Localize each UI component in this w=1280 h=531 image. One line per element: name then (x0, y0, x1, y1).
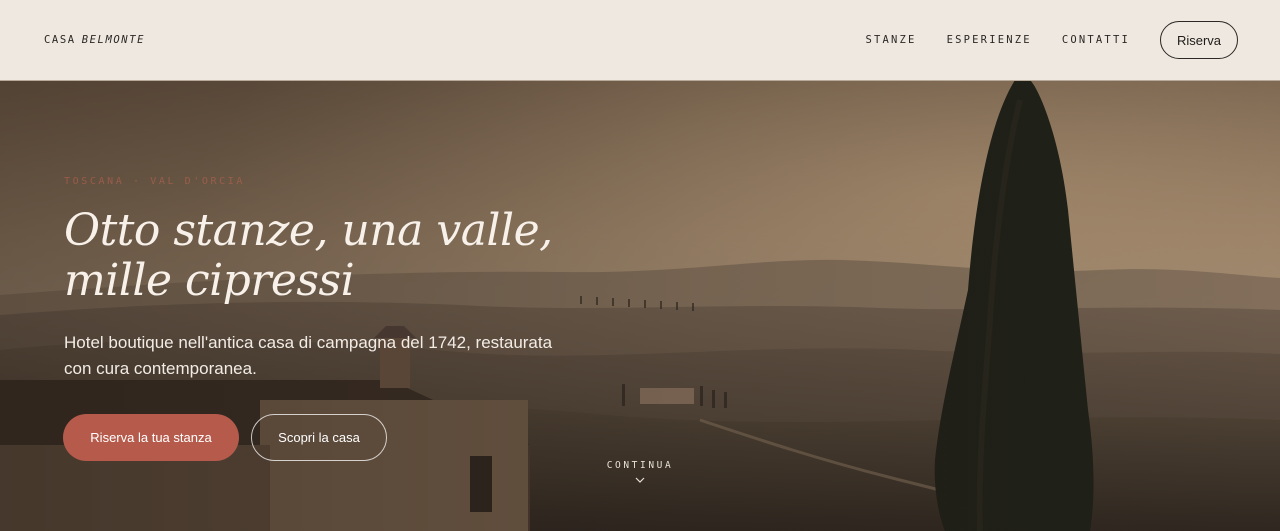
hero-title: Otto stanze, una valle, mille cipressi (64, 206, 624, 306)
book-room-button[interactable]: Riserva la tua stanza (63, 414, 239, 461)
hero-subtitle: Hotel boutique nell'antica casa di campa… (64, 333, 553, 378)
chevron-down-icon (635, 477, 645, 483)
nav-item-contatti[interactable]: CONTATTI (1062, 34, 1130, 46)
hero-eyebrow: TOSCANA · VAL D'ORCIA (64, 176, 246, 187)
reserve-button[interactable]: Riserva (1160, 21, 1238, 59)
discover-house-button[interactable]: Scopri la casa (251, 414, 387, 461)
scroll-continue-label: CONTINUA (606, 460, 674, 471)
brand-name-emphasis: BELMONTE (81, 34, 146, 46)
nav-item-esperienze[interactable]: ESPERIENZE (947, 34, 1032, 46)
hero-title-line-1: Otto stanze, una valle, (64, 205, 553, 256)
hero-title-line-2: mille cipressi (64, 255, 355, 306)
scroll-continue[interactable]: CONTINUA (590, 460, 690, 483)
brand-logo[interactable]: CASA BELMONTE (44, 34, 145, 46)
hero-section: TOSCANA · VAL D'ORCIA Otto stanze, una v… (0, 80, 1280, 531)
brand-name-prefix: CASA (44, 34, 76, 46)
main-nav: STANZE ESPERIENZE CONTATTI (865, 34, 1130, 46)
nav-item-stanze[interactable]: STANZE (865, 34, 916, 46)
site-header: CASA BELMONTE STANZE ESPERIENZE CONTATTI … (0, 0, 1280, 81)
